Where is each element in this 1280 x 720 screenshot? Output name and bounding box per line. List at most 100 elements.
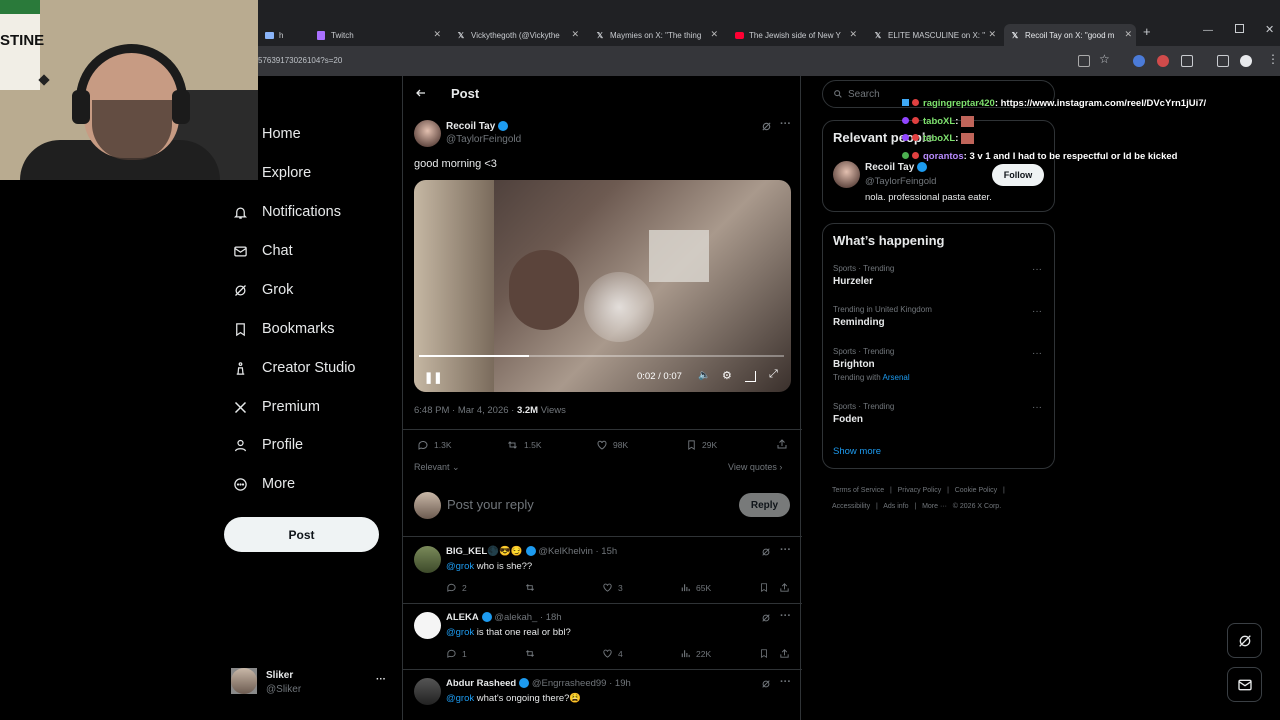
- follow-button[interactable]: Follow: [992, 164, 1044, 186]
- extension-icon[interactable]: [1133, 55, 1145, 67]
- nav-notifications[interactable]: Notifications: [232, 204, 341, 220]
- nav-more[interactable]: More: [232, 476, 295, 492]
- browser-tab-5[interactable]: 𝕏 ELITE MASCULINE on X: " ✕: [867, 24, 1000, 46]
- person-name[interactable]: Recoil Tay: [865, 162, 914, 173]
- bookmark-action[interactable]: [759, 648, 774, 659]
- nav-chat[interactable]: Chat: [232, 243, 293, 259]
- repost-action[interactable]: [524, 582, 541, 593]
- trend-more-icon[interactable]: ···: [1032, 306, 1042, 317]
- trend-more-icon[interactable]: ···: [1032, 348, 1042, 359]
- grok-icon[interactable]: [761, 121, 772, 132]
- profile-icon[interactable]: [1240, 55, 1252, 67]
- trend-more-icon[interactable]: ···: [1032, 264, 1042, 275]
- reply-more-icon[interactable]: ···: [780, 676, 791, 688]
- sort-dropdown[interactable]: Relevant ⌄: [414, 462, 460, 473]
- volume-icon[interactable]: 🔈: [698, 370, 710, 381]
- reply-input[interactable]: Post your reply: [447, 497, 534, 512]
- browser-tab-1[interactable]: Twitch ✕: [310, 24, 445, 46]
- author-name-row[interactable]: Recoil Tay: [446, 121, 509, 132]
- close-tab-icon[interactable]: ✕: [571, 29, 579, 40]
- reply-action[interactable]: 1.3K: [417, 439, 452, 451]
- bookmark-action[interactable]: [759, 582, 774, 593]
- minimize-icon[interactable]: —: [1203, 25, 1213, 36]
- close-tab-icon[interactable]: ✕: [1124, 29, 1132, 40]
- reply-action[interactable]: 1: [446, 648, 467, 659]
- star-icon[interactable]: ☆: [1099, 52, 1110, 66]
- kebab-menu-icon[interactable]: ⋮: [1267, 52, 1279, 66]
- author-name[interactable]: Recoil Tay: [446, 121, 495, 132]
- show-more-link[interactable]: Show more: [833, 446, 881, 457]
- cast-icon[interactable]: [1078, 55, 1090, 67]
- views-action[interactable]: 22K: [680, 648, 711, 659]
- grok-float-button[interactable]: [1227, 623, 1262, 658]
- video-player[interactable]: ❚❚ 0:02 / 0:07 🔈 ⚙ ⤢: [414, 180, 791, 392]
- author-avatar[interactable]: [414, 120, 441, 147]
- reply-author-avatar[interactable]: [414, 678, 441, 705]
- footer-link[interactable]: More ···: [922, 503, 947, 510]
- messages-float-button[interactable]: [1227, 667, 1262, 702]
- account-more-icon[interactable]: ···: [376, 674, 386, 685]
- nav-creator-studio[interactable]: Creator Studio: [232, 360, 356, 376]
- footer-link[interactable]: Accessibility: [832, 503, 870, 510]
- browser-tab-6-active[interactable]: 𝕏 Recoil Tay on X: "good m ✕: [1004, 24, 1136, 46]
- grok-icon[interactable]: [761, 679, 771, 689]
- trend-more-icon[interactable]: ···: [1032, 402, 1042, 413]
- pip-icon[interactable]: [745, 371, 756, 382]
- nav-bookmarks[interactable]: Bookmarks: [232, 321, 335, 337]
- mention-link[interactable]: @grok: [446, 627, 474, 638]
- extension-icon[interactable]: [1157, 55, 1169, 67]
- reply-button[interactable]: Reply: [739, 493, 790, 517]
- reply-item[interactable]: Abdur Rasheed @Engrrasheed99 · 19h ··· @…: [403, 669, 802, 720]
- account-avatar[interactable]: [231, 668, 257, 694]
- nav-profile[interactable]: Profile: [232, 437, 303, 453]
- reply-more-icon[interactable]: ···: [780, 610, 791, 622]
- close-tab-icon[interactable]: ✕: [433, 29, 441, 40]
- browser-tab-4[interactable]: The Jewish side of New Y ✕: [728, 24, 861, 46]
- nav-premium[interactable]: Premium: [232, 399, 320, 415]
- fullscreen-icon[interactable]: ⤢: [769, 368, 778, 381]
- trend-item[interactable]: Trending in United Kingdom Reminding: [833, 305, 932, 328]
- views-action[interactable]: 65K: [680, 582, 711, 593]
- post-more-icon[interactable]: ···: [780, 118, 791, 130]
- browser-tab-0[interactable]: h: [258, 24, 302, 46]
- close-tab-icon[interactable]: ✕: [988, 29, 996, 40]
- back-arrow-icon[interactable]: [415, 87, 427, 99]
- nav-explore[interactable]: Explore: [232, 165, 311, 181]
- share-action[interactable]: [779, 648, 795, 659]
- trend-item[interactable]: Sports · Trending Hurzeler: [833, 264, 894, 287]
- grok-icon[interactable]: [761, 547, 771, 557]
- post-timestamp[interactable]: 6:48 PM · Mar 4, 2026 ·: [414, 405, 517, 416]
- browser-tab-2[interactable]: 𝕏 Vickythegoth (@Vickythe ✕: [450, 24, 583, 46]
- footer-link[interactable]: Cookie Policy: [955, 487, 997, 494]
- reply-author-name[interactable]: Abdur Rasheed: [446, 678, 516, 689]
- close-tab-icon[interactable]: ✕: [710, 29, 718, 40]
- pause-icon[interactable]: ❚❚: [424, 371, 442, 384]
- post-button[interactable]: Post: [224, 517, 379, 552]
- settings-icon[interactable]: ⚙: [722, 369, 732, 382]
- reply-item[interactable]: ALEKA @alekah_ · 18h ··· @grok is that o…: [403, 603, 802, 669]
- grok-icon[interactable]: [761, 613, 771, 623]
- close-tab-icon[interactable]: ✕: [849, 29, 857, 40]
- footer-link[interactable]: Terms of Service: [832, 487, 884, 494]
- puzzle-icon[interactable]: [1181, 55, 1193, 67]
- reply-author-name[interactable]: ALEKA: [446, 612, 479, 623]
- mention-link[interactable]: @grok: [446, 561, 474, 572]
- nav-home[interactable]: Home: [232, 126, 301, 142]
- reply-author-name[interactable]: BIG_KEL: [446, 546, 487, 557]
- trend-extra-link[interactable]: Arsenal: [883, 373, 910, 382]
- reply-item[interactable]: BIG_KEL🌑😎😏 @KelKhelvin · 15h ··· @grok w…: [403, 537, 802, 603]
- share-action[interactable]: [779, 582, 795, 593]
- trend-item[interactable]: Sports · Trending Foden: [833, 402, 894, 425]
- mention-link[interactable]: @grok: [446, 693, 474, 704]
- bookmark-action[interactable]: 29K: [686, 439, 717, 451]
- repost-action[interactable]: 1.5K: [506, 439, 542, 451]
- browser-tab-3[interactable]: 𝕏 Maymies on X: "The thing ✕: [589, 24, 722, 46]
- new-tab-icon[interactable]: +: [1143, 24, 1151, 39]
- footer-link[interactable]: Ads info: [883, 503, 908, 510]
- url-text[interactable]: 57639173026104?s=20: [258, 56, 342, 65]
- person-avatar[interactable]: [833, 161, 860, 188]
- repost-action[interactable]: [524, 648, 541, 659]
- like-action[interactable]: 98K: [596, 439, 628, 451]
- view-quotes-link[interactable]: View quotes ›: [728, 462, 782, 472]
- reply-action[interactable]: 2: [446, 582, 467, 593]
